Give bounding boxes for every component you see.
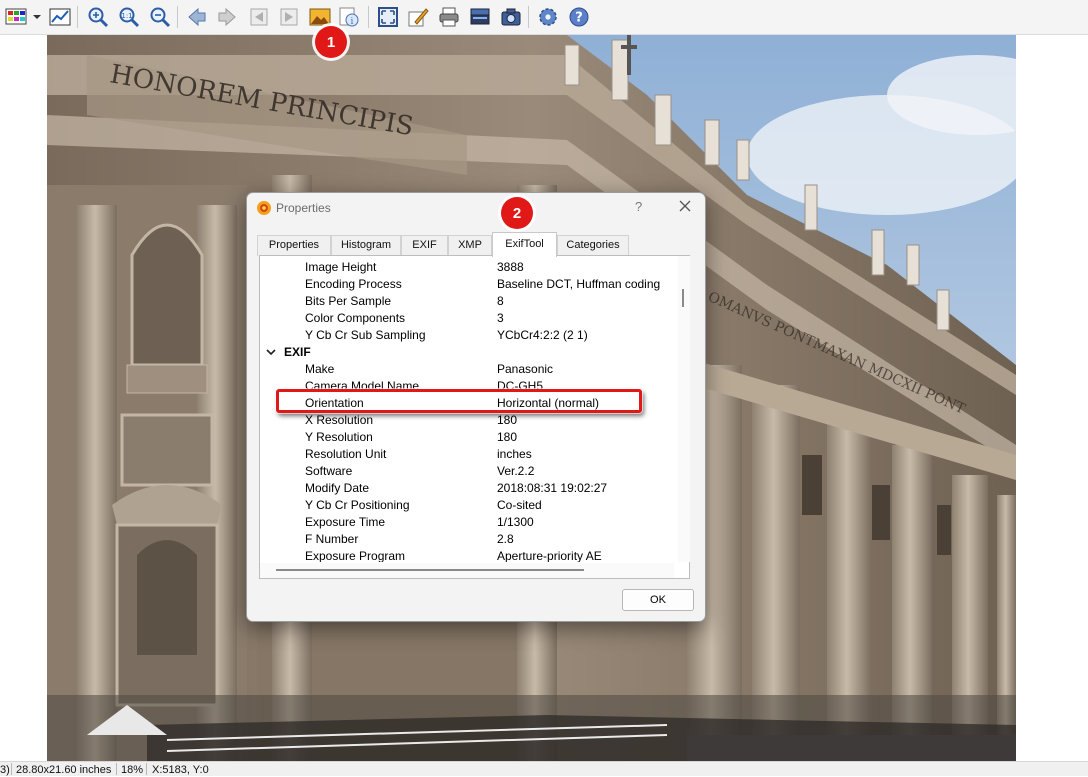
list-item[interactable]: Encoding Process Baseline DCT, Huffman co… [260,276,674,293]
orientation-highlight-box [276,389,642,413]
list-item[interactable]: Image Height 3888 [260,259,674,276]
help-icon[interactable]: ? [567,5,591,29]
tab-exif[interactable]: EXIF [401,235,448,256]
list-item[interactable]: Resolution Unit inches [260,446,674,463]
edit-paint-icon[interactable] [406,5,430,29]
svg-text:1:1: 1:1 [121,12,132,20]
group-header-exif[interactable]: EXIF [260,344,674,361]
zoom-out-icon[interactable] [148,5,172,29]
step-badge-2: 2 [501,197,533,229]
forward-arrow-icon[interactable] [215,5,239,29]
list-item[interactable]: Modify Date 2018:08:31 19:02:27 [260,480,674,497]
next-page-icon[interactable] [277,5,301,29]
scrollbar-thumb[interactable] [682,289,684,307]
right-gutter [1016,35,1088,761]
vertical-scrollbar[interactable] [678,256,690,562]
previous-page-icon[interactable] [247,5,271,29]
ok-button[interactable]: OK [622,589,694,611]
list-item[interactable]: Bits Per Sample 8 [260,293,674,310]
step-badge-1: 1 [315,26,347,58]
help-button[interactable]: ? [635,199,642,214]
dialog-title: Properties [276,201,331,215]
zoom-in-icon[interactable] [86,5,110,29]
horizontal-scrollbar[interactable] [260,563,674,578]
scanner-icon[interactable] [468,5,492,29]
metadata-panel: Image Height 3888 Encoding Process Baselin… [259,255,690,579]
scrollbar-thumb[interactable] [276,569,584,571]
app-logo-icon [256,200,272,219]
status-bar: 3) 28.80x21.60 inches 18% X:5183, Y:0 [0,761,1088,776]
list-item[interactable]: Y Resolution 180 [260,429,674,446]
dropdown-arrow-icon[interactable] [31,5,43,29]
list-item[interactable]: Make Panasonic [260,361,674,378]
status-index: 3) [0,764,10,776]
toolbar: 1:1 i ? [0,0,1088,35]
tab-xmp[interactable]: XMP [448,235,492,256]
list-item[interactable]: Y Cb Cr Sub Sampling YCbCr4:2:2 (2 1) [260,327,674,344]
list-item[interactable]: Software Ver.2.2 [260,463,674,480]
list-item[interactable]: Y Cb Cr Positioning Co-sited [260,497,674,514]
list-item[interactable]: Color Components 3 [260,310,674,327]
status-zoom: 18% [121,764,144,776]
tab-properties[interactable]: Properties [257,235,331,256]
camera-icon[interactable] [499,5,523,29]
zoom-actual-icon[interactable]: 1:1 [117,5,141,29]
palette-icon[interactable] [4,5,30,29]
list-item[interactable]: Exposure Program Aperture-priority AE [260,548,674,562]
fit-screen-icon[interactable] [376,5,400,29]
svg-text:i: i [351,17,354,27]
back-arrow-icon[interactable] [185,5,209,29]
tab-exiftool[interactable]: ExifTool [492,232,557,257]
chart-icon[interactable] [48,5,72,29]
list-item[interactable]: F Number 2.8 [260,531,674,548]
tab-categories[interactable]: Categories [557,235,629,256]
print-icon[interactable] [437,5,461,29]
list-item[interactable]: Exposure Time 1/1300 [260,514,674,531]
svg-text:?: ? [575,11,583,26]
list-item[interactable]: X Resolution 180 [260,412,674,429]
status-coordinates: X:5183, Y:0 [152,764,209,776]
status-print-size: 28.80x21.60 inches [16,764,112,776]
tab-histogram[interactable]: Histogram [331,235,401,256]
close-icon[interactable] [677,198,693,214]
dialog-titlebar[interactable]: Properties ? [247,193,705,225]
image-info-icon[interactable]: i [337,5,361,29]
settings-icon[interactable] [536,5,560,29]
